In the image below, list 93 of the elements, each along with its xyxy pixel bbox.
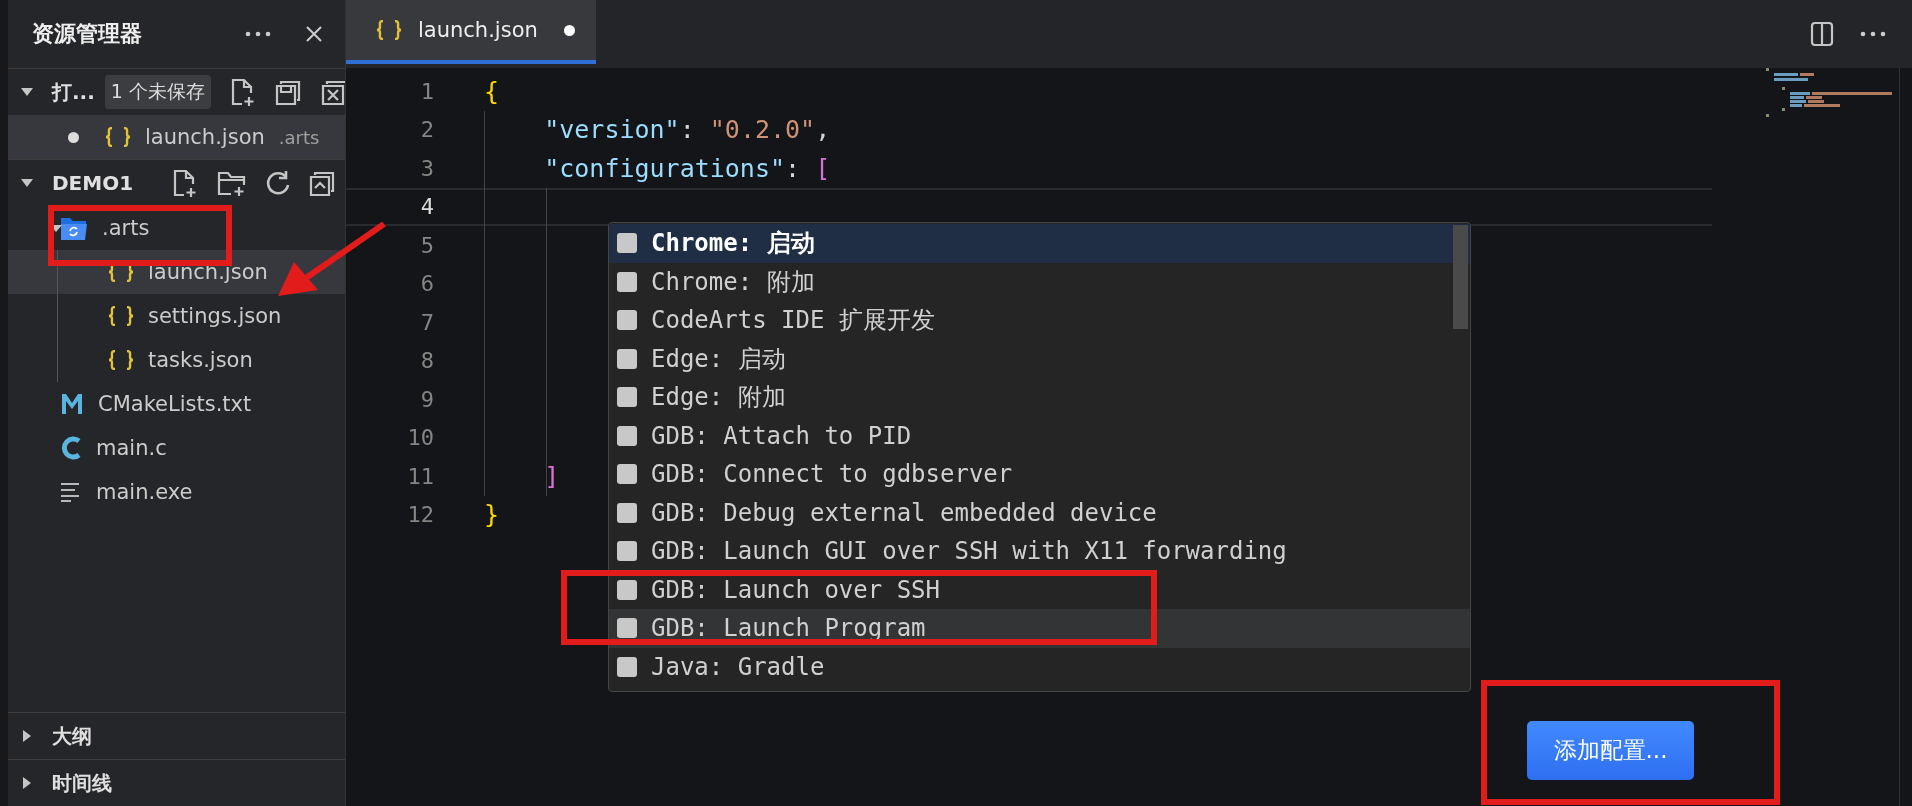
code-token: "configurations" — [543, 153, 786, 183]
c-letter-icon — [60, 436, 82, 460]
snippet-icon — [617, 233, 637, 254]
split-editor-icon[interactable] — [1810, 21, 1834, 47]
snippet-icon — [617, 425, 637, 446]
scrollbar-thumb[interactable] — [1453, 225, 1468, 329]
line-number: 10 — [406, 425, 434, 451]
code-token: ] — [543, 461, 560, 491]
unsaved-dot-icon[interactable] — [563, 24, 575, 36]
file-name: main.exe — [96, 480, 193, 504]
snippet-icon — [617, 541, 637, 562]
unsaved-badge: 1 个未保存 — [104, 75, 211, 109]
snippet-icon — [617, 656, 637, 677]
suggestion-item[interactable]: GDB: Debug external embedded device — [609, 493, 1470, 532]
suggestion-item[interactable]: Edge: 附加 — [609, 378, 1470, 417]
file-name: settings.json — [148, 304, 282, 328]
editor-tab[interactable]: launch.json — [346, 0, 596, 64]
code-token: : — [785, 153, 802, 183]
tab-label: launch.json — [418, 18, 538, 42]
section-title: 时间线 — [52, 769, 112, 797]
file-name: main.c — [96, 436, 167, 460]
suggestion-item[interactable]: GDB: Connect to gdbserver — [609, 455, 1470, 494]
code-token: : — [679, 115, 696, 145]
add-configuration-button[interactable]: 添加配置... — [1527, 721, 1694, 780]
file-name: CMakeLists.txt — [98, 392, 252, 416]
text-file-icon — [60, 482, 82, 502]
tree-item[interactable]: CMakeLists.txt — [8, 382, 345, 426]
tree-item[interactable]: .arts — [8, 206, 345, 250]
snippet-icon — [617, 310, 637, 331]
open-editor-item[interactable]: launch.json .arts — [8, 115, 345, 159]
suggestion-item[interactable]: GDB: Attach to PID — [609, 416, 1470, 455]
code-token: } — [484, 500, 500, 530]
suggestion-item[interactable]: GDB: Launch Program — [609, 609, 1470, 648]
line-number: 12 — [406, 502, 434, 528]
section-header[interactable]: 大纲 — [8, 712, 345, 759]
json-icon — [376, 20, 402, 40]
close-icon[interactable] — [305, 25, 323, 43]
code-token: { — [484, 76, 500, 106]
refresh-icon[interactable] — [265, 169, 292, 197]
section-header[interactable]: 时间线 — [8, 759, 345, 806]
section-title: DEMO1 — [52, 171, 134, 195]
line-number: 4 — [419, 194, 434, 220]
snippet-icon — [617, 618, 637, 639]
tree-item[interactable]: tasks.json — [8, 338, 345, 382]
json-icon — [108, 306, 134, 326]
new-folder-icon[interactable] — [217, 169, 248, 197]
code-token: "0.2.0" — [709, 115, 816, 145]
line-number: 5 — [419, 232, 434, 258]
section-title: 大纲 — [52, 722, 92, 750]
tree-item[interactable]: main.c — [8, 426, 345, 470]
section-header[interactable]: DEMO1 — [8, 159, 345, 206]
json-icon — [105, 127, 131, 147]
suggestion-item[interactable]: GDB: Launch GUI over SSH with X11 forwarding — [609, 532, 1470, 571]
line-number: 3 — [419, 155, 434, 181]
line-number: 8 — [419, 348, 434, 374]
m-letter-icon — [60, 393, 84, 415]
close-all-icon[interactable] — [320, 78, 345, 106]
suggestion-item[interactable]: Chrome: 附加 — [609, 262, 1470, 301]
json-icon — [108, 350, 134, 370]
tree-item[interactable]: settings.json — [8, 294, 345, 338]
line-number: 2 — [419, 117, 434, 143]
line-number: 6 — [419, 271, 434, 297]
file-folder: .arts — [278, 126, 320, 148]
suggestion-item[interactable]: Java: Gradle — [609, 647, 1470, 686]
more-icon[interactable] — [1860, 31, 1886, 37]
file-name: launch.json — [148, 260, 268, 284]
tree-item[interactable]: main.exe — [8, 470, 345, 514]
line-number: 9 — [419, 386, 434, 412]
snippet-icon — [617, 348, 637, 369]
line-number: 11 — [406, 463, 434, 489]
section-header[interactable]: 打... 1 个未保存 — [8, 69, 345, 115]
section-title: 打... — [52, 78, 95, 106]
line-number: 7 — [419, 309, 434, 335]
suggestion-item[interactable]: CodeArts IDE 扩展开发 — [609, 301, 1470, 340]
suggestion-item[interactable]: Edge: 启动 — [609, 339, 1470, 378]
save-all-icon[interactable] — [274, 78, 303, 106]
code-token: "version" — [543, 115, 680, 145]
more-icon[interactable] — [245, 31, 271, 37]
suggestion-item[interactable]: GDB: Launch over SSH — [609, 570, 1470, 609]
snippet-icon — [617, 271, 637, 292]
snippet-icon — [617, 387, 637, 408]
folder-icon — [60, 215, 88, 241]
file-name: tasks.json — [148, 348, 253, 372]
code-token: [ — [815, 153, 831, 183]
code-token: , — [815, 115, 831, 145]
snippet-icon — [617, 464, 637, 485]
snippet-icon — [617, 579, 637, 600]
suggestion-item[interactable]: Chrome: 启动 — [609, 224, 1470, 263]
snippet-icon — [617, 502, 637, 523]
line-number: 1 — [419, 78, 434, 104]
file-name: launch.json — [145, 125, 265, 149]
sidebar-title: 资源管理器 — [32, 20, 142, 48]
file-name: .arts — [102, 216, 150, 240]
